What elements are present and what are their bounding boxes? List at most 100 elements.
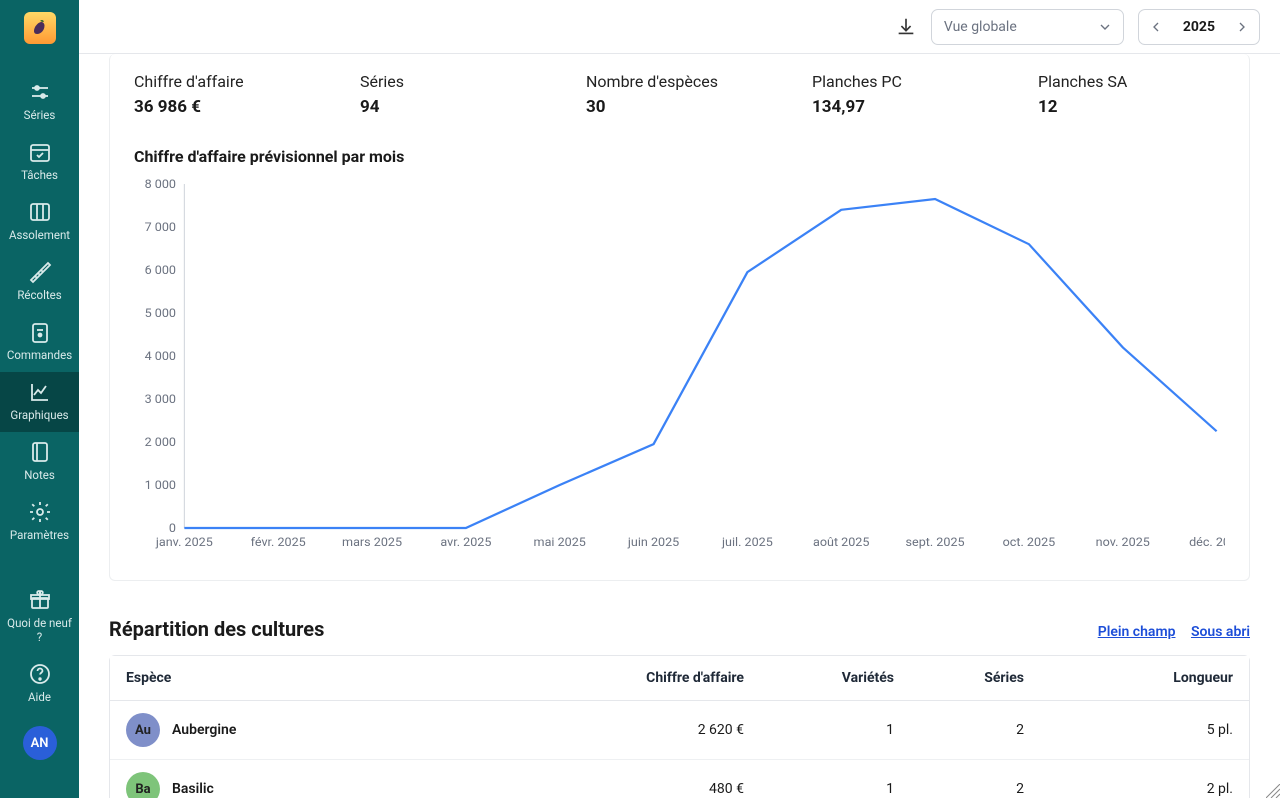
cell-len: 5 pl. xyxy=(1040,701,1249,760)
sidebar-item-series[interactable]: Séries xyxy=(0,72,79,132)
stat-value: 94 xyxy=(360,97,576,117)
sidebar-item-recoltes[interactable]: Récoltes xyxy=(0,252,79,312)
ruler-icon xyxy=(28,260,52,284)
stat-value: 134,97 xyxy=(812,97,1028,117)
sidebar-label: Assolement xyxy=(9,228,70,242)
sidebar-label: Paramètres xyxy=(10,528,69,542)
cell-var: 1 xyxy=(760,760,910,798)
stat-pc: Planches PC 134,97 xyxy=(812,72,1028,117)
calendar-check-icon xyxy=(28,140,52,164)
toggle-sous-abri[interactable]: Sous abri xyxy=(1191,624,1250,640)
main: Vue globale 2025 Chiffre d'affaire 36 98… xyxy=(79,0,1280,798)
sidebar-item-parametres[interactable]: Paramètres xyxy=(0,492,79,552)
svg-text:1 000: 1 000 xyxy=(145,479,176,493)
svg-text:nov. 2025: nov. 2025 xyxy=(1096,536,1150,550)
species-badge: Au xyxy=(126,713,160,747)
species-name: Basilic xyxy=(172,781,214,797)
svg-text:mai 2025: mai 2025 xyxy=(534,536,586,550)
year-prev-button[interactable] xyxy=(1139,10,1173,44)
chevron-left-icon xyxy=(1148,19,1164,35)
svg-text:7 000: 7 000 xyxy=(145,221,176,235)
sidebar-label: Aide xyxy=(28,690,51,704)
year-next-button[interactable] xyxy=(1225,10,1259,44)
sidebar-label: Graphiques xyxy=(10,408,68,422)
summary-card: Chiffre d'affaire 36 986 € Séries 94 Nom… xyxy=(109,54,1250,581)
col-ca[interactable]: Chiffre d'affaire xyxy=(540,656,760,701)
chevron-right-icon xyxy=(1234,19,1250,35)
cultures-header: Répartition des cultures Plein champ Sou… xyxy=(109,617,1250,641)
svg-text:2 000: 2 000 xyxy=(145,436,176,450)
cell-len: 2 pl. xyxy=(1040,760,1249,798)
chart-line-icon xyxy=(28,380,52,404)
svg-text:8 000: 8 000 xyxy=(145,178,176,192)
sidebar-item-notes[interactable]: Notes xyxy=(0,432,79,492)
cell-ser: 2 xyxy=(910,701,1040,760)
section-title: Répartition des cultures xyxy=(109,617,324,641)
svg-text:déc. 2025: déc. 2025 xyxy=(1189,536,1225,550)
svg-text:6 000: 6 000 xyxy=(145,264,176,278)
svg-text:juin 2025: juin 2025 xyxy=(627,536,679,550)
col-series[interactable]: Séries xyxy=(910,656,1040,701)
sidebar-label: Séries xyxy=(24,108,56,122)
sidebar-item-commandes[interactable]: Commandes xyxy=(0,312,79,372)
view-select-label: Vue globale xyxy=(944,19,1017,35)
svg-text:3 000: 3 000 xyxy=(145,393,176,407)
resize-handle-icon xyxy=(1266,784,1280,798)
svg-text:0: 0 xyxy=(169,522,176,536)
gear-icon xyxy=(28,500,52,524)
svg-text:oct. 2025: oct. 2025 xyxy=(1003,536,1056,550)
gift-icon xyxy=(28,588,52,612)
svg-text:janv. 2025: janv. 2025 xyxy=(155,536,213,550)
help-icon xyxy=(28,662,52,686)
cart-icon xyxy=(28,320,52,344)
svg-text:août 2025: août 2025 xyxy=(813,536,870,550)
toggle-links: Plein champ Sous abri xyxy=(1086,624,1250,640)
sidebar-label: Commandes xyxy=(7,348,72,362)
stat-label: Planches PC xyxy=(812,72,1028,91)
sidebar-label: Notes xyxy=(24,468,55,482)
stat-value: 36 986 € xyxy=(134,97,350,117)
stat-value: 12 xyxy=(1038,97,1254,117)
stat-ca: Chiffre d'affaire 36 986 € xyxy=(134,72,350,117)
stat-sa: Planches SA 12 xyxy=(1038,72,1254,117)
species-name: Aubergine xyxy=(172,722,236,738)
cell-ca: 480 € xyxy=(540,760,760,798)
stats-row: Chiffre d'affaire 36 986 € Séries 94 Nom… xyxy=(134,72,1225,117)
chart-title: Chiffre d'affaire prévisionnel par mois xyxy=(134,147,1225,166)
svg-text:juil. 2025: juil. 2025 xyxy=(721,536,773,550)
cell-ser: 2 xyxy=(910,760,1040,798)
stat-label: Planches SA xyxy=(1038,72,1254,91)
svg-text:sept. 2025: sept. 2025 xyxy=(906,536,965,550)
sidebar: Séries Tâches Assolement Récoltes Comman… xyxy=(0,0,79,798)
sidebar-item-taches[interactable]: Tâches xyxy=(0,132,79,192)
nav: Séries Tâches Assolement Récoltes Comman… xyxy=(0,72,79,714)
avatar-initials: AN xyxy=(31,736,49,751)
sidebar-item-aide[interactable]: Aide xyxy=(0,654,79,714)
col-espece[interactable]: Espèce xyxy=(110,656,540,701)
stat-label: Chiffre d'affaire xyxy=(134,72,350,91)
columns-icon xyxy=(28,200,52,224)
table-row[interactable]: Ba Basilic 480 € 1 2 2 pl. xyxy=(110,760,1249,798)
sidebar-item-quoi-de-neuf[interactable]: Quoi de neuf ? xyxy=(0,580,79,654)
download-icon[interactable] xyxy=(895,16,917,38)
app-logo[interactable] xyxy=(24,12,56,44)
svg-text:mars 2025: mars 2025 xyxy=(342,536,402,550)
cell-var: 1 xyxy=(760,701,910,760)
toggle-plein-champ[interactable]: Plein champ xyxy=(1098,624,1176,640)
table-row[interactable]: Au Aubergine 2 620 € 1 2 5 pl. xyxy=(110,701,1249,760)
svg-text:févr. 2025: févr. 2025 xyxy=(251,536,306,550)
col-longueur[interactable]: Longueur xyxy=(1040,656,1249,701)
sidebar-label: Récoltes xyxy=(17,288,61,302)
col-varietes[interactable]: Variétés xyxy=(760,656,910,701)
content[interactable]: Chiffre d'affaire 36 986 € Séries 94 Nom… xyxy=(79,54,1280,798)
sidebar-item-assolement[interactable]: Assolement xyxy=(0,192,79,252)
cultures-table: Espèce Chiffre d'affaire Variétés Séries… xyxy=(109,655,1250,798)
view-select[interactable]: Vue globale xyxy=(931,9,1124,45)
sidebar-item-graphiques[interactable]: Graphiques xyxy=(0,372,79,432)
cell-ca: 2 620 € xyxy=(540,701,760,760)
avatar[interactable]: AN xyxy=(23,726,57,760)
year-label: 2025 xyxy=(1173,19,1225,35)
year-picker: 2025 xyxy=(1138,9,1260,45)
stat-value: 30 xyxy=(586,97,802,117)
sidebar-label: Tâches xyxy=(21,168,58,182)
